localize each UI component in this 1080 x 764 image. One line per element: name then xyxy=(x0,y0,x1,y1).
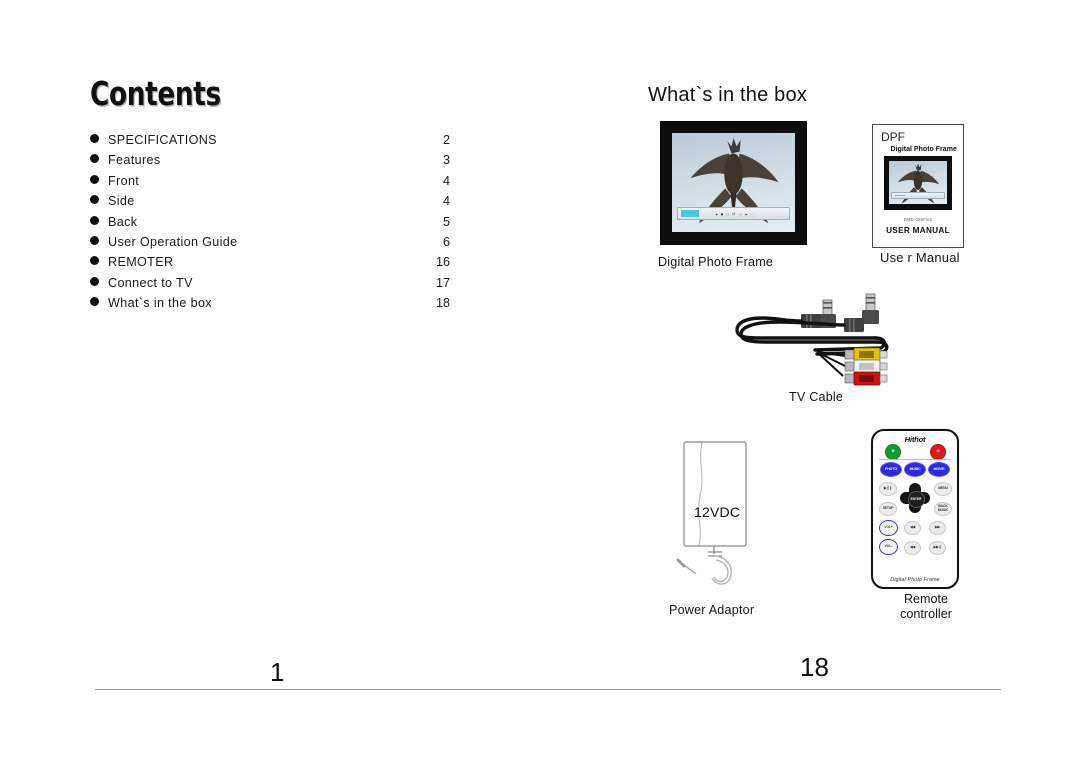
tv-cable-image xyxy=(735,278,900,390)
remote-mute-button[interactable]: Ø xyxy=(885,444,901,460)
remote-next-button[interactable]: ▶▶ xyxy=(929,521,946,535)
section-title-whats-in-the-box: What`s in the box xyxy=(648,84,808,106)
toc-entry-label: REMOTER xyxy=(108,255,174,270)
jack-plug-2 xyxy=(844,293,879,332)
toc-entry-page: 4 xyxy=(442,173,450,188)
toc-entry-page: 2 xyxy=(442,133,450,147)
power-adaptor-image: 12VDC xyxy=(672,440,782,590)
bullet-icon xyxy=(90,174,99,184)
toc-entry-label: Front xyxy=(108,173,140,188)
toc-entry[interactable]: What`s in the box 18 xyxy=(90,296,450,316)
remote-enter-button[interactable]: ENTER xyxy=(907,490,925,508)
rca-white xyxy=(844,359,888,374)
remote-forward-button[interactable]: ▶▶❙ xyxy=(929,541,946,555)
bullet-icon xyxy=(90,256,99,266)
bullet-icon xyxy=(90,154,99,164)
remote-back-music-button[interactable]: BACK MUSIC xyxy=(934,502,952,516)
remote-menu-button[interactable]: MENU xyxy=(934,482,952,496)
remote-previous-button[interactable]: ◀◀ xyxy=(904,521,921,535)
remote-photo-button[interactable]: PHOTO xyxy=(880,462,902,477)
toc-entry[interactable]: REMOTER 16 xyxy=(90,255,450,275)
caption-user-manual: Use r Manual xyxy=(880,250,960,265)
manual-cover-label: USER MANUAL xyxy=(886,226,950,235)
page-title-contents: Contents xyxy=(90,74,221,113)
manual-page-spread: Contents SPECIFICATIONS 2 Features 3 Fro… xyxy=(0,0,1080,764)
caption-remote-line1: Remote xyxy=(903,592,949,606)
toc-entry-page: 3 xyxy=(442,153,450,168)
caption-tv-cable: TV Cable xyxy=(789,390,844,404)
toc-entry[interactable]: Front 4 xyxy=(90,174,450,194)
remote-movie-button[interactable]: MOVIE xyxy=(928,462,950,477)
manual-cover-code: DMD-028F/e2 xyxy=(903,217,933,222)
toc-entry-label: Side xyxy=(108,194,135,209)
remote-play-pause-button[interactable]: ▶❙❙ xyxy=(879,482,897,496)
toc-entry-page: 17 xyxy=(435,275,450,290)
bullet-icon xyxy=(90,276,99,286)
power-icon: ⏻ xyxy=(936,449,940,454)
user-manual-image: DPF Digital Photo Frame DMD-028F/e2 USER… xyxy=(872,124,964,248)
rca-yellow xyxy=(844,347,888,362)
bullet-icon xyxy=(90,235,99,245)
rca-red xyxy=(844,371,888,386)
adaptor-voltage-label: 12VDC xyxy=(694,504,741,520)
toc-entry-page: 16 xyxy=(435,255,450,270)
caption-remote-controller: Remote controller xyxy=(886,592,966,622)
page-number-right: 18 xyxy=(800,652,829,682)
toc-entry[interactable]: Side 4 xyxy=(90,194,450,214)
remote-brand-label: Hithot xyxy=(904,435,926,444)
toc-entry-page: 5 xyxy=(442,214,450,229)
bullet-icon xyxy=(90,215,99,225)
manual-cover-subtitle: Digital Photo Frame xyxy=(890,144,957,153)
toc-entry[interactable]: User Operation Guide 6 xyxy=(90,235,450,255)
mute-icon: Ø xyxy=(891,449,895,454)
toc-entry-label: Back xyxy=(108,214,138,229)
tv-cable-drawing xyxy=(735,293,889,386)
remote-divider xyxy=(879,459,951,460)
toc-entry[interactable]: Back 5 xyxy=(90,215,450,235)
remote-setup-button[interactable]: SETUP xyxy=(879,502,897,516)
toc-entry-label: What`s in the box xyxy=(108,296,212,311)
manual-cover-title: DPF xyxy=(881,130,905,144)
remote-volume-down-button[interactable]: VOL- xyxy=(879,539,898,555)
osd-bar: ▸ ■ □ ↺ ↔ ▸ ⬜ xyxy=(676,207,791,221)
bullet-icon xyxy=(90,195,99,205)
table-of-contents: SPECIFICATIONS 2 Features 3 Front 4 Side… xyxy=(90,133,450,317)
toc-entry-label: SPECIFICATIONS xyxy=(108,133,217,147)
toc-entry-label: Features xyxy=(108,153,161,168)
osd-ticks: ▸ ■ □ ↺ ↔ ▸ ⬜ xyxy=(715,211,757,217)
bullet-icon xyxy=(90,134,99,143)
osd-indicator xyxy=(680,210,699,218)
digital-photo-frame-image: ▸ ■ □ ↺ ↔ ▸ ⬜ xyxy=(661,122,806,244)
toc-entry[interactable]: SPECIFICATIONS 2 xyxy=(90,133,450,153)
osd-bar xyxy=(891,192,945,199)
toc-entry[interactable]: Features 3 xyxy=(90,153,450,173)
toc-entry-page: 6 xyxy=(442,234,450,249)
toc-entry-label: Connect to TV xyxy=(108,275,193,290)
toc-entry-page: 4 xyxy=(442,194,450,209)
remote-footer-label: Digital Photo Frame xyxy=(890,577,940,583)
page-number-left: 1 xyxy=(270,657,285,687)
remote-rewind-button[interactable]: ◀◀ xyxy=(904,541,921,555)
remote-controller-image: Hithot Ø ⏻ PHOTO MUSIC MOVIE ▶❙❙ MENU EN… xyxy=(871,429,959,589)
caption-digital-photo-frame: Digital Photo Frame xyxy=(658,255,774,269)
remote-volume-up-button[interactable]: VOL+ xyxy=(879,520,898,536)
manual-cover-photo xyxy=(884,156,952,210)
toc-entry-label: User Operation Guide xyxy=(108,234,238,249)
bullet-icon xyxy=(90,297,99,307)
toc-entry[interactable]: Connect to TV 17 xyxy=(90,276,450,296)
osd-indicator xyxy=(895,195,906,196)
frame-screen: ▸ ■ □ ↺ ↔ ▸ ⬜ xyxy=(672,133,795,232)
toc-entry-page: 18 xyxy=(435,296,450,311)
footer-divider xyxy=(95,689,1001,690)
caption-remote-line2: controller xyxy=(900,607,952,621)
manual-cover-screen xyxy=(889,161,947,204)
remote-dpad[interactable]: ENTER xyxy=(900,483,930,513)
remote-music-button[interactable]: MUSIC xyxy=(904,462,926,477)
caption-power-adaptor: Power Adaptor xyxy=(669,603,755,617)
remote-power-button[interactable]: ⏻ xyxy=(930,444,946,460)
